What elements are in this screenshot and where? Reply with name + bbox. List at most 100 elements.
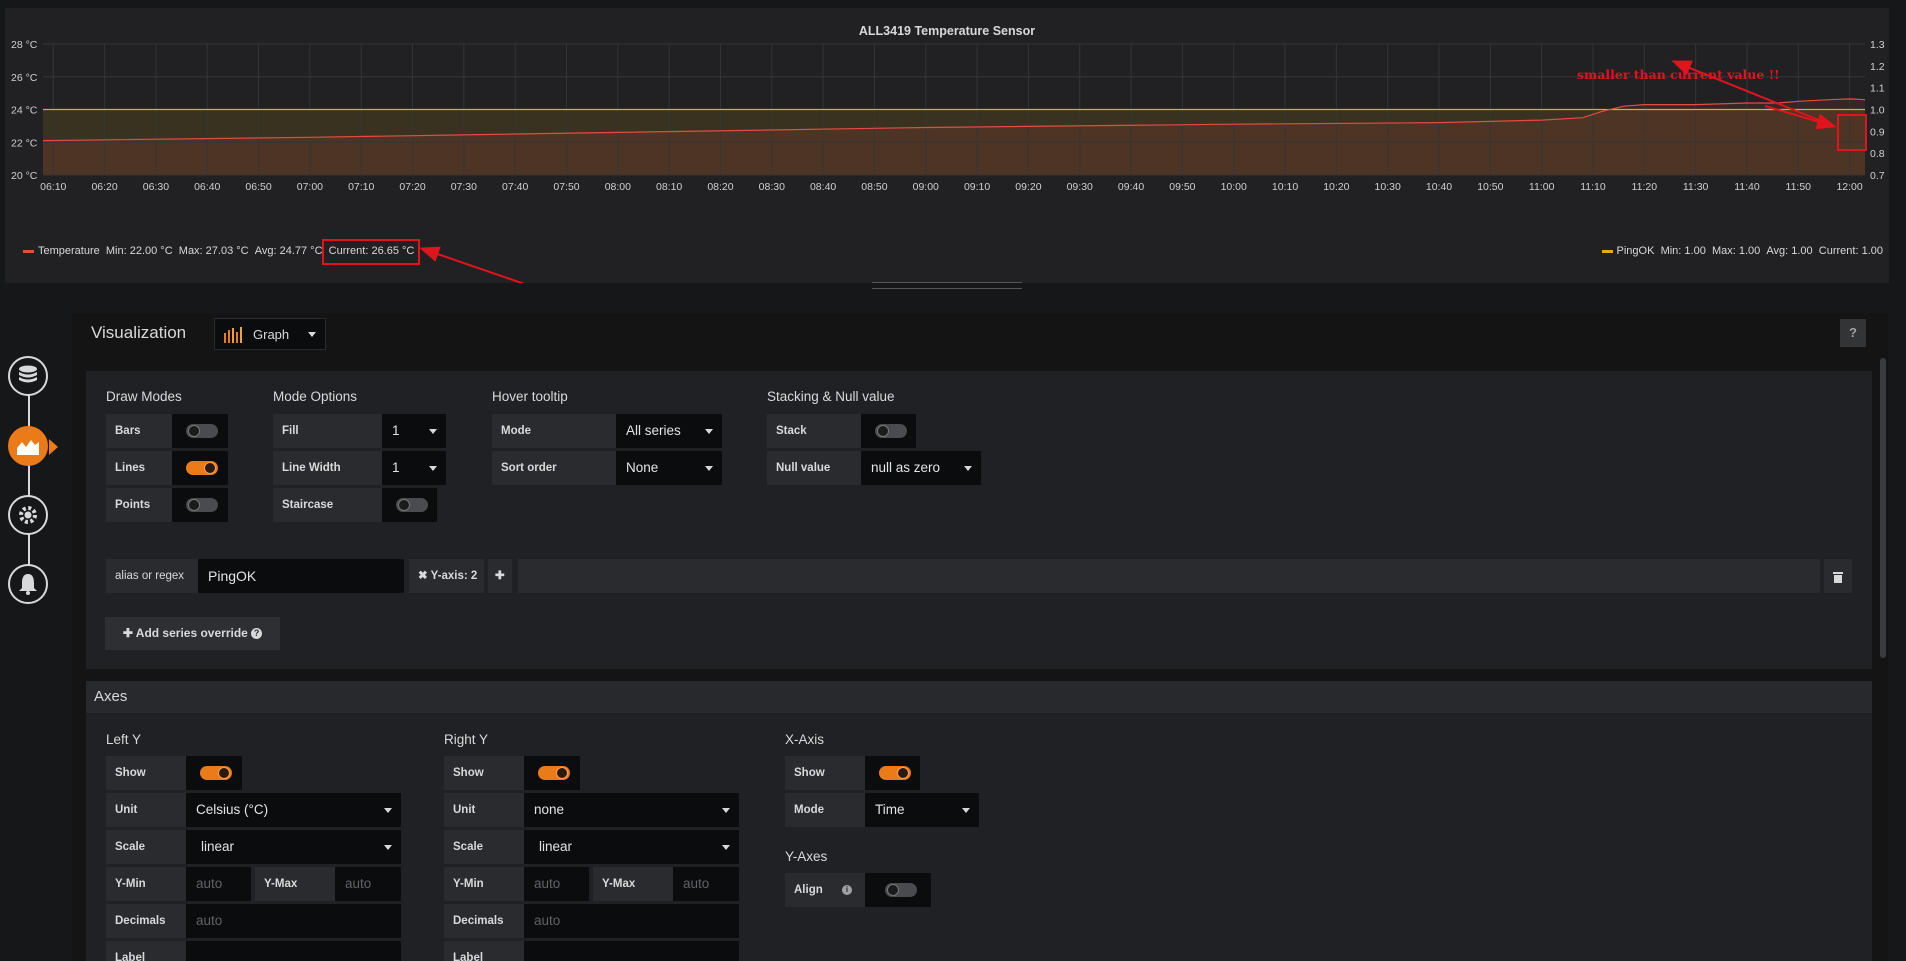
stack-label: Stack [767,414,861,448]
arrow-to-box [1764,105,1837,130]
sort-order-value: None [626,460,659,475]
left-y-show-toggle[interactable] [200,766,232,780]
chevron-down-icon [964,466,972,471]
right-y-unit-select[interactable]: none [524,793,739,827]
left-y-heading: Left Y [106,732,142,747]
add-override-property-button[interactable]: ✚ [488,559,512,593]
right-y-show-toggle[interactable] [538,766,570,780]
right-y-min-input[interactable]: auto [524,867,589,901]
right-y-label-label: Label [444,941,524,961]
chevron-down-icon [429,429,437,434]
points-toggle[interactable] [186,498,218,512]
align-label-text: Align [794,884,823,896]
left-y-show-label: Show [106,756,186,790]
staircase-label: Staircase [273,488,382,522]
points-switch-cell [172,488,228,522]
left-y-label-input[interactable] [186,941,401,961]
alias-input[interactable]: PingOK [198,559,404,593]
fill-label: Fill [273,414,382,448]
right-y-scale-label: Scale [444,830,524,864]
sidebar-item-alert[interactable] [8,564,48,604]
sidebar-connector [28,385,30,585]
chevron-down-icon [962,808,970,813]
chevron-down-icon [705,429,713,434]
tooltip-mode-value: All series [626,423,681,438]
left-y-unit-value: Celsius (°C) [196,802,269,817]
left-y-unit-label: Unit [106,793,186,827]
sidebar-item-general[interactable] [8,495,48,535]
lines-label: Lines [106,451,172,485]
y-axes-align-cell [865,873,931,907]
left-y-unit-select[interactable]: Celsius (°C) [186,793,401,827]
right-y-min-label: Y-Min [444,867,524,901]
sidebar-item-queries[interactable] [8,356,48,396]
left-y-scale-select[interactable]: linear [186,830,401,864]
points-label: Points [106,488,172,522]
right-y-scale-select[interactable]: linear [524,830,739,864]
sort-order-select[interactable]: None [616,451,722,485]
sidebar-item-visualization[interactable] [8,426,48,466]
y-axes-align-toggle[interactable] [885,883,917,897]
left-y-show-cell [186,756,242,790]
plus-icon: ✚ [495,570,505,582]
null-value-value: null as zero [871,460,941,475]
x-axis-heading: X-Axis [785,732,825,747]
visualization-value: Graph [253,326,290,342]
info-icon[interactable]: i [841,884,852,895]
hover-tooltip-heading: Hover tooltip [492,389,568,404]
left-y-scale-label: Scale [106,830,186,864]
chevron-down-icon [308,332,316,337]
right-y-heading: Right Y [444,732,489,747]
chevron-down-icon [384,808,392,813]
right-y-label-input[interactable] [524,941,739,961]
chevron-down-icon [705,466,713,471]
arrow-up [1671,60,1832,126]
yaxis-override-tag[interactable]: ✖ Y-axis: 2 [409,559,484,593]
y-axes-align-label: Align i [785,873,865,907]
delete-override-button[interactable] [1824,559,1852,593]
stack-toggle[interactable] [875,424,907,438]
staircase-toggle[interactable] [396,498,428,512]
alias-label: alias or regex [106,559,198,593]
chart-icon [17,440,39,455]
left-y-max-input[interactable]: auto [335,867,401,901]
right-y-max-input[interactable]: auto [673,867,739,901]
override-properties-row [518,559,1820,593]
tooltip-mode-label: Mode [492,414,616,448]
right-y-unit-value: none [534,802,565,817]
null-value-label: Null value [767,451,861,485]
chevron-down-icon [384,845,392,850]
scrollbar[interactable] [1880,358,1886,658]
trash-icon [1833,571,1843,583]
help-button[interactable]: ? [1840,319,1866,347]
left-y-max-label: Y-Max [255,867,335,901]
annotation-arrows [419,60,1837,283]
line-width-select[interactable]: 1 [382,451,446,485]
fill-select[interactable]: 1 [382,414,446,448]
lines-toggle[interactable] [186,461,218,475]
axes-section-header[interactable]: Axes [86,681,1872,713]
bars-switch-cell [172,414,228,448]
right-y-show-label: Show [444,756,524,790]
chevron-down-icon [722,808,730,813]
staircase-switch-cell [382,488,437,522]
right-y-decimals-input[interactable]: auto [524,904,739,938]
right-y-scale-value: linear [539,839,573,854]
x-axis-show-toggle[interactable] [879,766,911,780]
stack-switch-cell [861,414,916,448]
add-series-override-button[interactable]: ✚ Add series override ? [105,617,280,650]
mode-options-heading: Mode Options [273,389,358,404]
null-value-select[interactable]: null as zero [861,451,981,485]
tooltip-mode-select[interactable]: All series [616,414,722,448]
line-width-value: 1 [392,460,400,475]
left-y-min-input[interactable]: auto [186,867,251,901]
left-y-label-label: Label [106,941,186,961]
bars-toggle[interactable] [186,424,218,438]
x-axis-show-label: Show [785,756,865,790]
x-axis-mode-select[interactable]: Time [865,793,979,827]
visualization-picker[interactable]: Graph [214,318,326,350]
fill-value: 1 [392,423,400,438]
panel-resize-handle[interactable] [872,282,1022,289]
x-axis-show-cell [865,756,920,790]
left-y-decimals-input[interactable]: auto [186,904,401,938]
